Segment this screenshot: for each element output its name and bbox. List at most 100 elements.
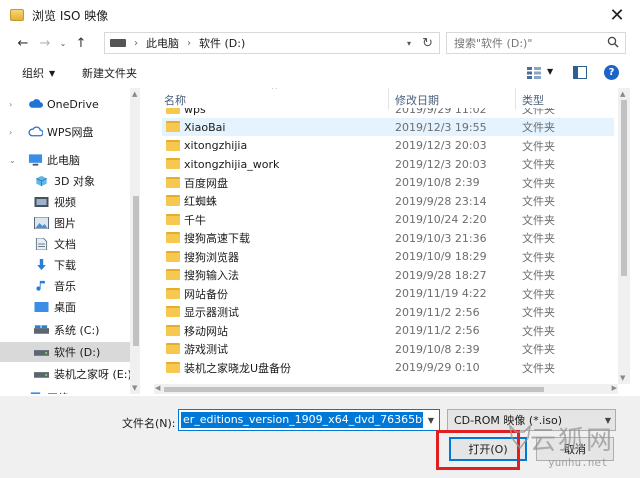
column-divider[interactable] xyxy=(388,88,389,110)
file-name: XiaoBai xyxy=(184,120,226,134)
file-row[interactable]: 装机之家晓龙U盘备份 2019/9/29 0:10 文件夹 xyxy=(162,359,614,377)
sidebar-item-this-pc[interactable]: ⌄ 此电脑 xyxy=(0,150,130,170)
new-folder-button[interactable]: 新建文件夹 xyxy=(82,65,137,81)
file-date: 2019/10/24 2:20 xyxy=(395,213,487,226)
chevron-right-icon[interactable]: › xyxy=(9,394,12,395)
open-button[interactable]: 打开(O) xyxy=(449,437,527,461)
sidebar-item-label: WPS网盘 xyxy=(47,126,94,139)
file-row[interactable]: xitongzhijia 2019/12/3 20:03 文件夹 xyxy=(162,137,614,155)
file-row[interactable]: 千牛 2019/10/24 2:20 文件夹 xyxy=(162,211,614,229)
sidebar-item-label: 软件 (D:) xyxy=(54,346,101,359)
file-date: 2019/12/3 20:03 xyxy=(395,139,487,152)
chevron-down-icon[interactable]: ▼ xyxy=(547,67,553,76)
close-button[interactable]: ✕ xyxy=(594,0,640,30)
up-button[interactable]: ↑ xyxy=(70,32,92,54)
column-divider[interactable] xyxy=(515,88,516,110)
search-input[interactable] xyxy=(454,36,594,50)
file-list-horizontal-scrollbar[interactable]: ◀ ▶ xyxy=(154,384,618,394)
sidebar-item-downloads[interactable]: 下载 xyxy=(0,255,130,275)
sidebar-item-documents[interactable]: 文档 xyxy=(0,234,130,254)
back-button[interactable]: ← xyxy=(12,32,34,54)
file-date: 2019/9/28 23:14 xyxy=(395,194,487,208)
file-type: 文件夹 xyxy=(522,343,555,356)
file-row[interactable]: XiaoBai 2019/12/3 19:55 文件夹 xyxy=(162,118,614,136)
organize-button[interactable]: 组织 ▼ xyxy=(22,65,55,81)
sidebar-item-drive-c[interactable]: 系统 (C:) xyxy=(0,320,130,340)
file-row[interactable]: 百度网盘 2019/10/8 2:39 文件夹 xyxy=(162,174,614,192)
file-row[interactable]: 移动网站 2019/11/2 2:56 文件夹 xyxy=(162,322,614,340)
file-row[interactable]: 显示器测试 2019/11/2 2:56 文件夹 xyxy=(162,303,614,321)
breadcrumb-this-pc[interactable]: 此电脑 xyxy=(146,35,179,51)
recent-locations-button[interactable]: ⌄ xyxy=(56,32,70,54)
chevron-down-icon[interactable]: ▼ xyxy=(423,410,439,430)
search-box[interactable] xyxy=(446,32,626,54)
filename-label: 文件名(N): xyxy=(122,417,176,430)
chevron-down-icon[interactable]: ▾ xyxy=(407,39,411,48)
file-type: 文件夹 xyxy=(522,195,555,208)
sidebar-item-network[interactable]: › 网络 xyxy=(0,388,130,394)
sidebar-item-desktop[interactable]: 桌面 xyxy=(0,297,130,317)
scroll-up-icon[interactable]: ▲ xyxy=(132,90,137,98)
cube-icon xyxy=(36,175,47,187)
file-date: 2019/10/3 21:36 xyxy=(395,231,487,245)
address-bar[interactable]: › 此电脑 › 软件 (D:) ▾ ↻ xyxy=(104,32,440,54)
network-icon xyxy=(30,392,41,394)
file-type: 文件夹 xyxy=(522,269,555,282)
file-list-vertical-scrollbar[interactable]: ▲ ▼ xyxy=(618,88,630,384)
chevron-down-icon[interactable]: ⌄ xyxy=(9,156,16,165)
refresh-icon[interactable]: ↻ xyxy=(422,36,433,51)
sidebar-item-drive-e[interactable]: 装机之家呀 (E:) xyxy=(0,364,132,384)
filename-input[interactable]: er_editions_version_1909_x64_dvd_76365bf… xyxy=(178,409,440,431)
breadcrumb-drive-d[interactable]: 软件 (D:) xyxy=(199,35,245,51)
scroll-left-icon[interactable]: ◀ xyxy=(155,384,160,392)
sidebar-item-onedrive[interactable]: › OneDrive xyxy=(0,94,130,114)
file-date: 2019/12/3 19:55 xyxy=(395,120,487,134)
file-row[interactable]: xitongzhijia_work 2019/12/3 20:03 文件夹 xyxy=(162,155,614,173)
folder-icon xyxy=(166,343,180,354)
file-row[interactable]: 网站备份 2019/11/19 4:22 文件夹 xyxy=(162,285,614,303)
scroll-down-icon[interactable]: ▼ xyxy=(132,384,137,392)
scroll-up-icon[interactable]: ▲ xyxy=(620,90,625,98)
scrollbar-thumb[interactable] xyxy=(621,100,627,276)
chevron-right-icon[interactable]: › xyxy=(9,128,12,137)
folder-icon xyxy=(166,287,180,299)
forward-button[interactable]: → xyxy=(34,32,56,54)
sidebar-item-wps-cloud[interactable]: › WPS网盘 xyxy=(0,122,130,142)
file-type-value: CD-ROM 映像 (*.iso) xyxy=(454,414,563,427)
cancel-button[interactable]: 取消 xyxy=(536,437,614,461)
file-date: 2019/10/8 2:39 xyxy=(395,342,480,356)
column-header-date[interactable]: 修改日期 xyxy=(395,92,439,108)
file-row[interactable]: 搜狗高速下载 2019/10/3 21:36 文件夹 xyxy=(162,229,614,247)
sidebar-scrollbar[interactable]: ▲ ▼ xyxy=(130,88,140,394)
file-row[interactable]: 搜狗浏览器 2019/10/9 18:29 文件夹 xyxy=(162,248,614,266)
column-header-type[interactable]: 类型 xyxy=(522,92,544,108)
picture-icon xyxy=(34,217,49,229)
search-icon[interactable] xyxy=(607,36,619,48)
column-header-name[interactable]: 名称 xyxy=(164,92,186,108)
chevron-right-icon[interactable]: › xyxy=(9,100,12,109)
view-options-icon[interactable] xyxy=(527,67,541,79)
scrollbar-thumb[interactable] xyxy=(164,387,544,392)
file-row[interactable]: 红蜘蛛 2019/9/28 23:14 文件夹 xyxy=(162,192,614,210)
sidebar-item-pictures[interactable]: 图片 xyxy=(0,213,130,233)
file-name: 红蜘蛛 xyxy=(184,195,217,208)
video-icon xyxy=(34,197,49,207)
help-icon[interactable]: ? xyxy=(604,65,619,80)
preview-pane-icon[interactable] xyxy=(573,66,587,79)
sidebar-item-label: 视频 xyxy=(54,196,76,209)
sidebar-item-videos[interactable]: 视频 xyxy=(0,192,130,212)
sidebar-item-label: 此电脑 xyxy=(47,154,80,167)
scroll-right-icon[interactable]: ▶ xyxy=(612,384,617,392)
sidebar-item-music[interactable]: 音乐 xyxy=(0,276,130,296)
file-row[interactable]: 游戏测试 2019/10/8 2:39 文件夹 xyxy=(162,340,614,358)
sidebar-item-3d-objects[interactable]: 3D 对象 xyxy=(0,171,130,191)
file-type-select[interactable]: CD-ROM 映像 (*.iso) ▼ xyxy=(447,409,616,431)
filename-value[interactable]: er_editions_version_1909_x64_dvd_76365bf… xyxy=(181,412,439,428)
folder-icon xyxy=(166,269,180,280)
scroll-down-icon[interactable]: ▼ xyxy=(620,374,625,382)
scrollbar-thumb[interactable] xyxy=(133,196,139,346)
sidebar-item-drive-d[interactable]: 软件 (D:) xyxy=(0,342,130,362)
sidebar-item-label: 下载 xyxy=(54,259,76,272)
file-list: wps 2019/9/29 11:02 文件夹 XiaoBai 2019/12/3… xyxy=(154,88,630,384)
file-row[interactable]: 搜狗输入法 2019/9/28 18:27 文件夹 xyxy=(162,266,614,284)
